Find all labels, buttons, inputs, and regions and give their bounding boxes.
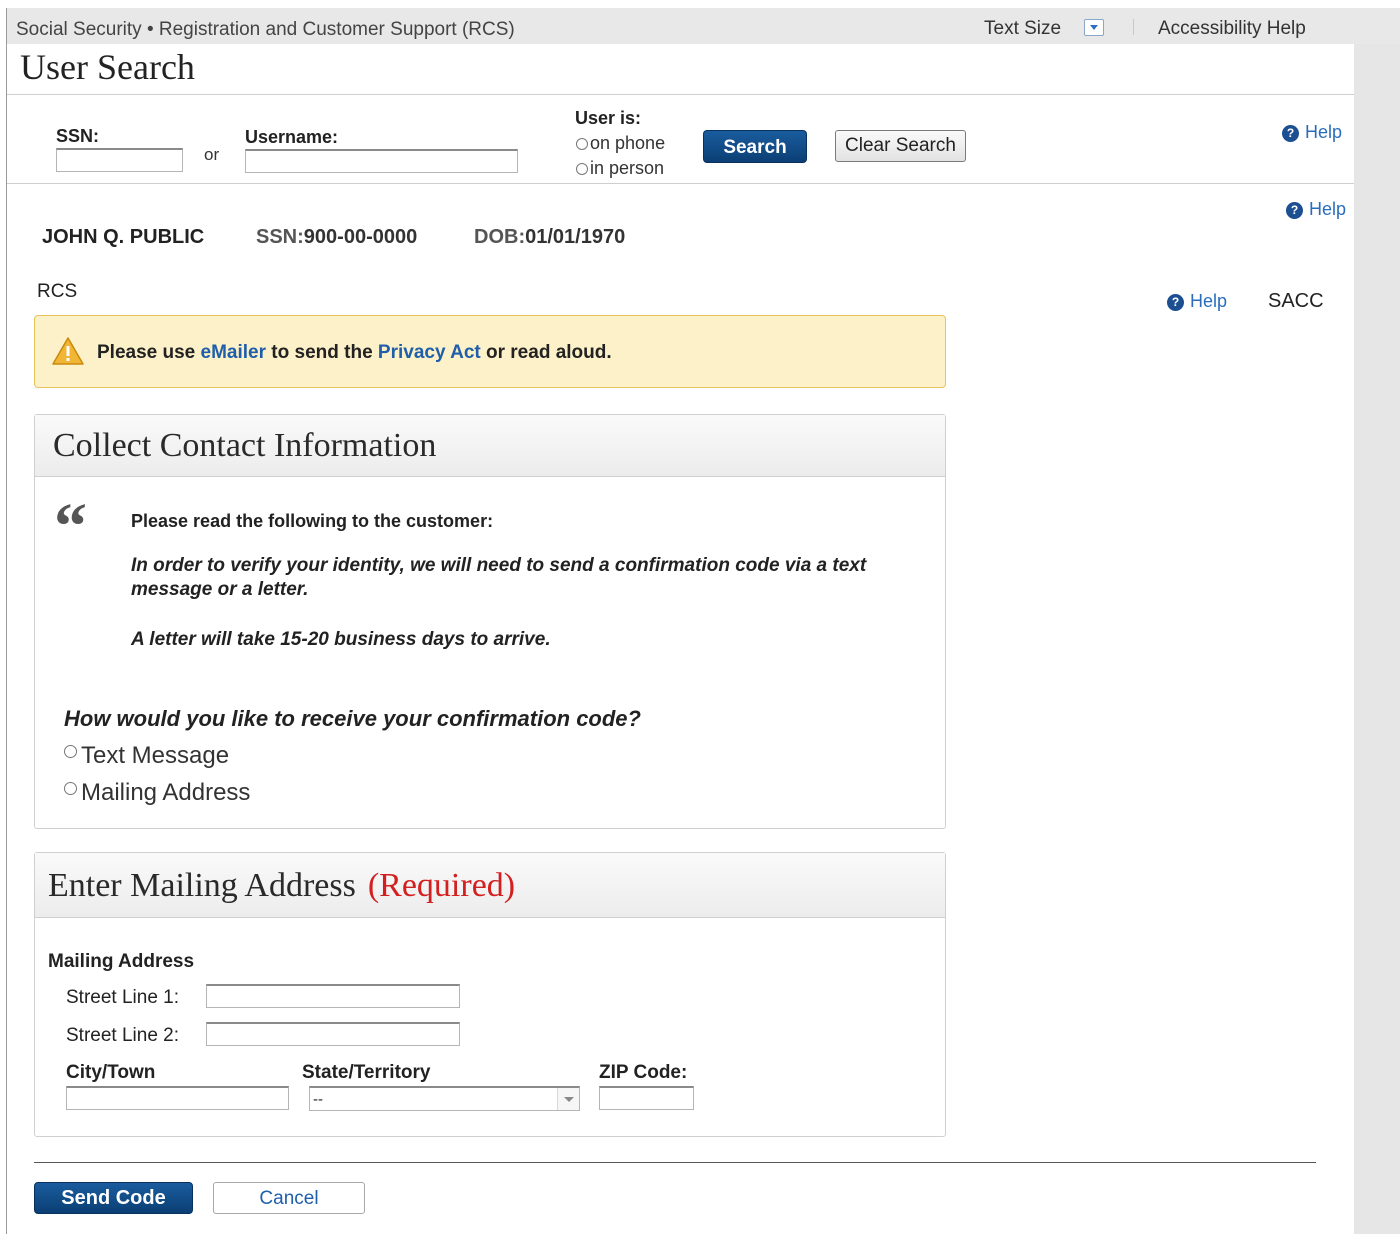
zip-label: ZIP Code: — [599, 1062, 688, 1083]
customer-ssn-value: 900-00-0000 — [303, 226, 418, 248]
ssn-search-input[interactable] — [56, 148, 183, 172]
chevron-down-icon[interactable] — [557, 1088, 579, 1110]
script-text: A letter will take 15-20 business days t… — [131, 629, 551, 650]
text-size-label[interactable]: Text Size — [984, 18, 1061, 40]
rcs-help-link[interactable]: ? Help — [1167, 291, 1227, 312]
search-button[interactable]: Search — [703, 130, 807, 163]
city-input[interactable] — [66, 1086, 289, 1110]
help-icon: ? — [1282, 125, 1299, 142]
street-line-2-label: Street Line 2: — [66, 1025, 180, 1046]
city-label: City/Town — [66, 1062, 156, 1083]
ssn-label: SSN: — [56, 126, 100, 146]
panel-header: Collect Contact Information — [35, 415, 945, 477]
alert-text: Please use — [97, 342, 201, 363]
mailing-address-option[interactable]: Mailing Address — [64, 779, 250, 807]
quote-icon: “ — [54, 490, 87, 563]
frame-border — [6, 8, 7, 1234]
customer-name: JOHN Q. PUBLIC — [42, 226, 205, 248]
help-label: Help — [1190, 291, 1228, 311]
text-size-dropdown-icon[interactable] — [1084, 19, 1104, 36]
user-is-label: User is: — [575, 108, 642, 128]
app-title: Social Security • Registration and Custo… — [16, 19, 515, 40]
panel-title: Enter Mailing Address (Required) — [48, 867, 515, 905]
cancel-button[interactable]: Cancel — [213, 1182, 365, 1214]
text-message-option[interactable]: Text Message — [64, 742, 229, 770]
zip-input[interactable] — [599, 1086, 694, 1110]
privacy-act-alert: Please use eMailer to send the Privacy A… — [34, 315, 946, 388]
send-code-button[interactable]: Send Code — [34, 1182, 193, 1214]
option-label: Text Message — [81, 742, 230, 769]
read-instruction: Please read the following to the custome… — [131, 511, 494, 531]
customer-ssn: SSN:900-00-0000 — [256, 226, 417, 249]
page-title: User Search — [20, 47, 195, 87]
privacy-act-link[interactable]: Privacy Act — [378, 342, 481, 363]
scrollbar-track[interactable] — [1354, 44, 1400, 1234]
top-bar: Social Security • Registration and Custo… — [7, 8, 1400, 44]
street-line-1-input[interactable] — [206, 984, 460, 1008]
on-phone-option[interactable]: on phone — [576, 133, 665, 154]
on-phone-label: on phone — [590, 133, 666, 153]
alert-text: to send the — [266, 342, 378, 363]
help-label: Help — [1305, 122, 1343, 142]
emailer-link[interactable]: eMailer — [201, 342, 266, 363]
divider — [1133, 19, 1134, 35]
customer-ssn-label: SSN: — [256, 226, 304, 248]
state-select[interactable]: -- — [309, 1086, 580, 1111]
customer-help-link[interactable]: ? Help — [1286, 199, 1346, 220]
clear-search-button[interactable]: Clear Search — [835, 130, 966, 162]
panel-header: Enter Mailing Address (Required) — [35, 853, 945, 918]
divider — [34, 1162, 1316, 1163]
confirmation-question: How would you like to receive your confi… — [64, 706, 641, 731]
panel-title-text: Enter Mailing Address — [48, 867, 356, 904]
customer-dob-value: 01/01/1970 — [525, 226, 626, 248]
on-phone-radio[interactable] — [576, 138, 588, 150]
state-label: State/Territory — [302, 1062, 431, 1083]
username-search-input[interactable] — [245, 149, 518, 173]
sacc-label: SACC — [1268, 290, 1324, 312]
panel-title: Collect Contact Information — [53, 427, 437, 464]
divider — [7, 94, 1354, 95]
or-text: or — [204, 145, 220, 164]
rcs-label: RCS — [37, 281, 78, 302]
alert-message: Please use eMailer to send the Privacy A… — [97, 342, 612, 364]
state-selected-value: -- — [313, 1091, 323, 1108]
in-person-label: in person — [590, 158, 665, 178]
search-help-link[interactable]: ? Help — [1282, 122, 1342, 143]
street-line-2-input[interactable] — [206, 1022, 460, 1046]
required-marker: (Required) — [367, 867, 516, 904]
top-edge — [0, 0, 1400, 8]
in-person-option[interactable]: in person — [576, 158, 664, 179]
divider — [7, 183, 1354, 184]
help-icon: ? — [1167, 294, 1184, 311]
option-label: Mailing Address — [81, 779, 251, 806]
help-icon: ? — [1286, 202, 1303, 219]
customer-dob: DOB:01/01/1970 — [474, 226, 625, 249]
help-label: Help — [1309, 199, 1347, 219]
text-message-radio[interactable] — [64, 745, 77, 758]
script-text: In order to verify your identity, we wil… — [131, 555, 867, 600]
in-person-radio[interactable] — [576, 163, 588, 175]
customer-dob-label: DOB: — [474, 226, 526, 248]
mailing-address-label: Mailing Address — [48, 951, 195, 972]
alert-text: or read aloud. — [480, 342, 612, 363]
street-line-1-label: Street Line 1: — [66, 987, 180, 1008]
mailing-address-radio[interactable] — [64, 782, 77, 795]
warning-icon — [52, 337, 84, 365]
username-label: Username: — [245, 127, 339, 147]
accessibility-help-link[interactable]: Accessibility Help — [1158, 18, 1306, 40]
